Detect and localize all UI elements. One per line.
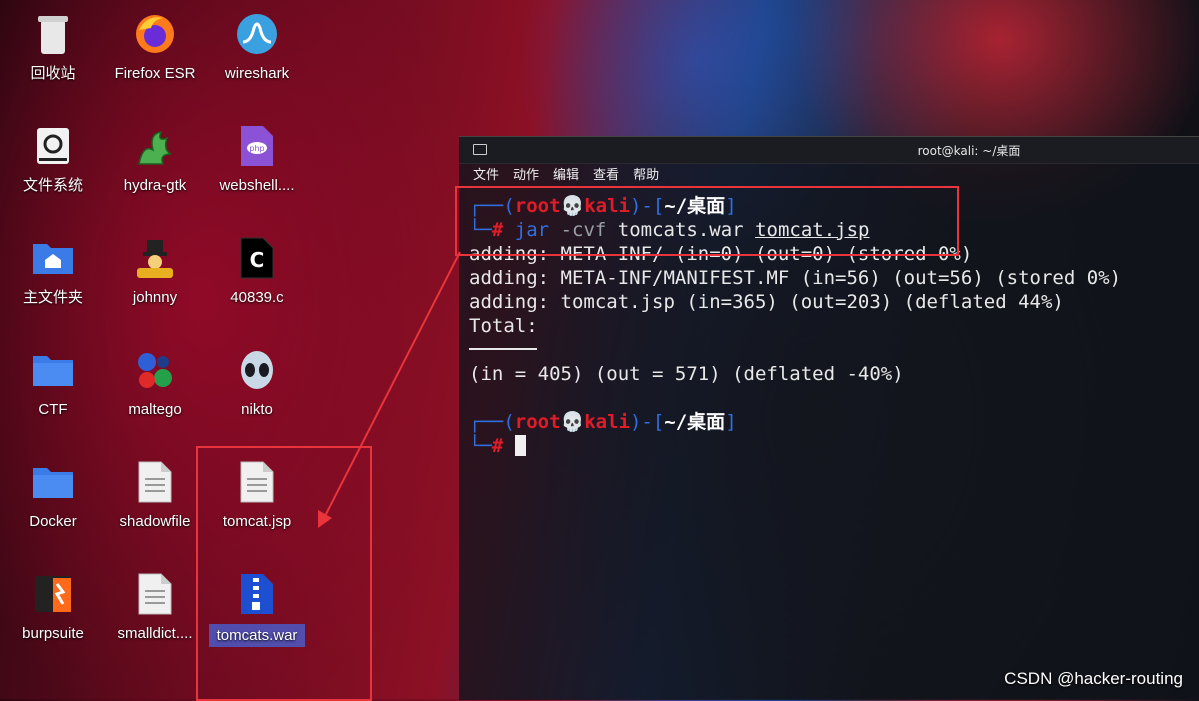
annotation-arrow [318,251,461,528]
watermark: CSDN @hacker-routing [1004,669,1183,688]
